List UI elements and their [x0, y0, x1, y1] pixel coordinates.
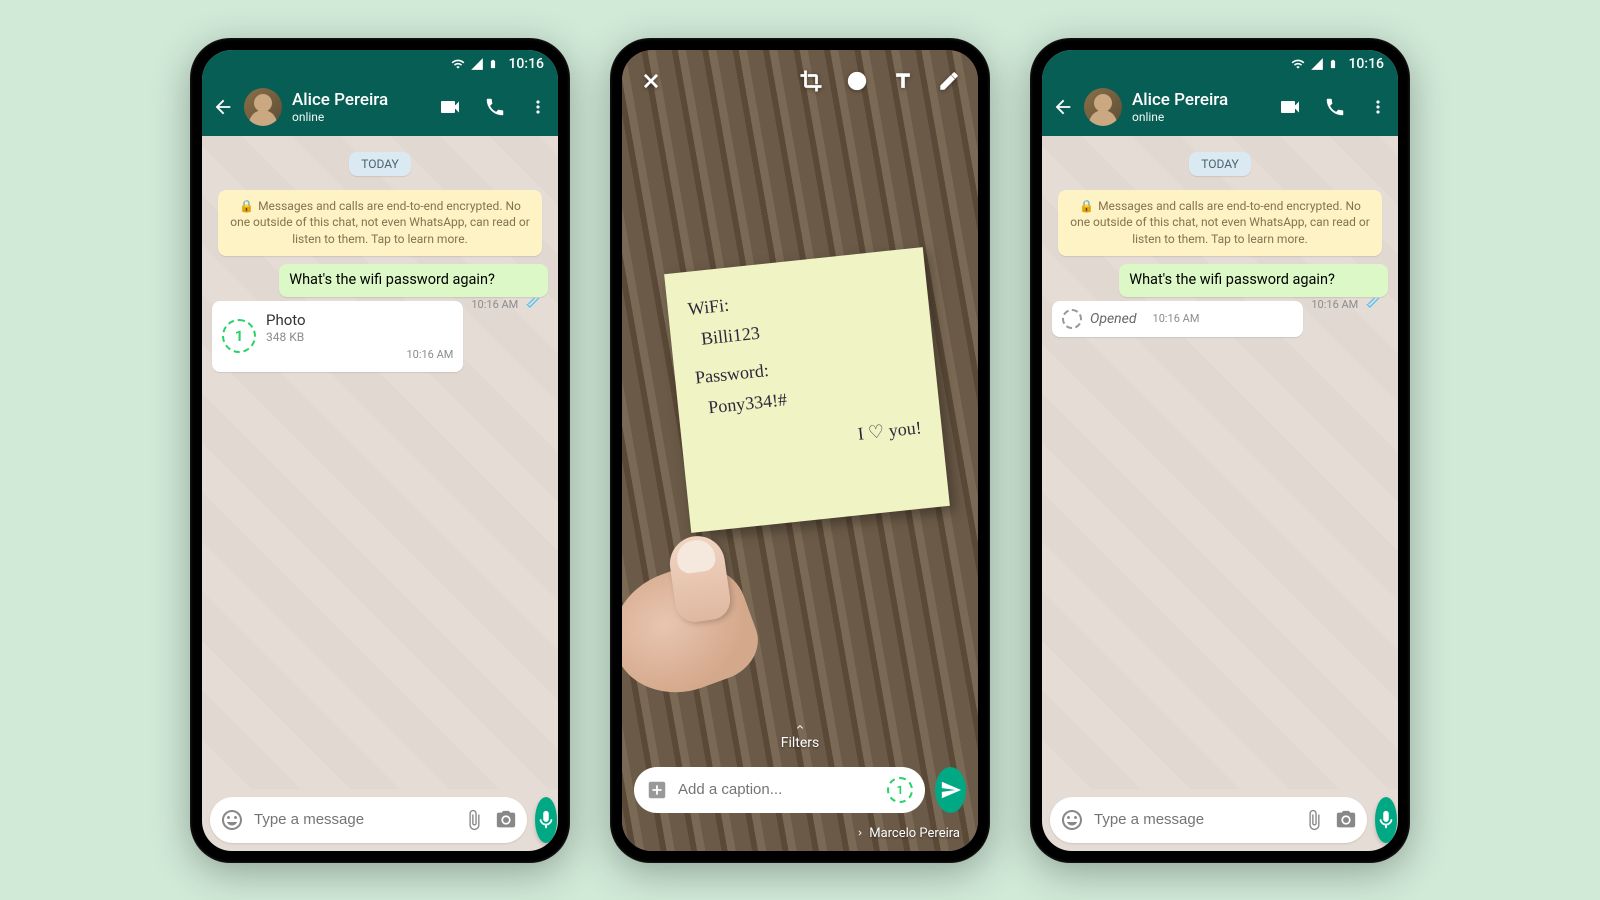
battery-icon: [1328, 56, 1338, 72]
date-pill: TODAY: [1189, 152, 1251, 176]
avatar[interactable]: [244, 88, 282, 126]
camera-icon[interactable]: [1335, 809, 1357, 831]
editor-toolbar: [622, 50, 978, 112]
wifi-icon: [1290, 57, 1306, 71]
caption-bar: 1: [634, 767, 966, 813]
emoji-icon[interactable]: [1060, 808, 1084, 832]
contact-status: online: [292, 110, 428, 124]
lock-icon: 🔒: [1079, 199, 1094, 213]
voice-call-icon[interactable]: [484, 96, 506, 118]
contact-name: Alice Pereira: [1132, 90, 1268, 110]
chat-body[interactable]: TODAY 🔒Messages and calls are end-to-end…: [202, 136, 558, 789]
attach-icon[interactable]: [1303, 809, 1325, 831]
status-bar: 10:16: [202, 50, 558, 78]
attach-icon[interactable]: [463, 809, 485, 831]
back-arrow-icon[interactable]: [1052, 96, 1074, 118]
view-once-icon: 1: [222, 319, 256, 353]
view-once-opened-message[interactable]: Opened 10:16 AM: [1052, 301, 1303, 337]
opened-label: Opened: [1090, 310, 1137, 328]
status-time: 10:16: [1348, 56, 1384, 72]
emoji-icon[interactable]: [220, 808, 244, 832]
opened-circle-icon: [1062, 309, 1082, 329]
send-button[interactable]: [935, 767, 966, 813]
view-once-photo-message[interactable]: 1 Photo 348 KB 10:16 AM: [212, 301, 463, 372]
lock-icon: 🔒: [239, 199, 254, 213]
contact-status: online: [1132, 110, 1268, 124]
sticky-note: WiFi: Billi123 Password: Pony334!# I ♡ y…: [664, 247, 950, 533]
media-time: 10:16 AM: [266, 348, 453, 362]
status-time: 10:16: [508, 56, 544, 72]
media-size: 348 KB: [266, 330, 453, 346]
message-outgoing[interactable]: What's the wifi password again? 10:16 AM: [279, 264, 548, 297]
message-time: 10:16 AM: [471, 296, 539, 312]
draw-icon[interactable]: [938, 70, 960, 92]
menu-icon[interactable]: [1368, 97, 1388, 117]
chevron-up-icon: [790, 721, 810, 733]
read-receipt-icon: [1363, 296, 1379, 312]
add-media-icon[interactable]: [646, 779, 668, 801]
avatar[interactable]: [1084, 88, 1122, 126]
status-bar: 10:16: [1042, 50, 1398, 78]
message-input-field[interactable]: [1050, 797, 1367, 843]
menu-icon[interactable]: [528, 97, 548, 117]
message-time: 10:16 AM: [1153, 312, 1200, 326]
media-title: Photo: [266, 311, 453, 331]
chat-header: Alice Pereira online: [1042, 78, 1398, 136]
signal-icon: [470, 57, 484, 71]
chat-header: Alice Pereira online: [202, 78, 558, 136]
encryption-notice[interactable]: 🔒Messages and calls are end-to-end encry…: [218, 190, 542, 256]
video-call-icon[interactable]: [438, 95, 462, 119]
phone-2: WiFi: Billi123 Password: Pony334!# I ♡ y…: [610, 38, 990, 863]
wifi-icon: [450, 57, 466, 71]
read-receipt-icon: [523, 296, 539, 312]
chevron-right-icon: [855, 828, 865, 838]
encryption-notice[interactable]: 🔒Messages and calls are end-to-end encry…: [1058, 190, 1382, 256]
input-bar: [202, 789, 558, 851]
crop-icon[interactable]: [800, 70, 822, 92]
view-once-toggle[interactable]: 1: [887, 777, 913, 803]
mic-button[interactable]: [1375, 797, 1397, 843]
message-input[interactable]: [254, 811, 453, 828]
video-call-icon[interactable]: [1278, 95, 1302, 119]
battery-icon: [488, 56, 498, 72]
contact-info[interactable]: Alice Pereira online: [292, 90, 428, 124]
phone-3: 10:16 Alice Pereira online TODAY 🔒Messag…: [1030, 38, 1410, 863]
signal-icon: [1310, 57, 1324, 71]
recipient-chip[interactable]: Marcelo Pereira: [855, 826, 960, 841]
caption-input-field[interactable]: 1: [634, 767, 925, 813]
close-icon[interactable]: [640, 70, 662, 92]
voice-call-icon[interactable]: [1324, 96, 1346, 118]
mic-button[interactable]: [535, 797, 557, 843]
message-outgoing[interactable]: What's the wifi password again? 10:16 AM: [1119, 264, 1388, 297]
message-time: 10:16 AM: [1311, 296, 1379, 312]
phone-1: 10:16 Alice Pereira online TODAY 🔒Messag…: [190, 38, 570, 863]
camera-icon[interactable]: [495, 809, 517, 831]
caption-input[interactable]: [678, 781, 877, 798]
contact-name: Alice Pereira: [292, 90, 428, 110]
filters-toggle[interactable]: Filters: [622, 721, 978, 751]
text-icon[interactable]: [892, 70, 914, 92]
message-text: What's the wifi password again?: [1129, 271, 1335, 288]
date-pill: TODAY: [349, 152, 411, 176]
message-input[interactable]: [1094, 811, 1293, 828]
message-input-field[interactable]: [210, 797, 527, 843]
chat-body[interactable]: TODAY 🔒Messages and calls are end-to-end…: [1042, 136, 1398, 789]
message-text: What's the wifi password again?: [289, 271, 495, 288]
back-arrow-icon[interactable]: [212, 96, 234, 118]
sticker-icon[interactable]: [846, 70, 868, 92]
input-bar: [1042, 789, 1398, 851]
contact-info[interactable]: Alice Pereira online: [1132, 90, 1268, 124]
